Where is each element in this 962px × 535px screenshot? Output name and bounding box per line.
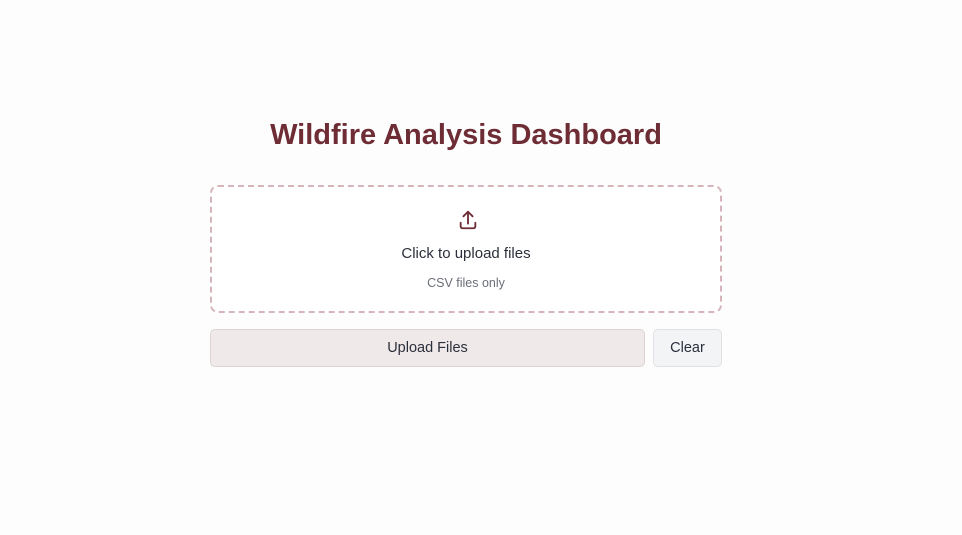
upload-files-button[interactable]: Upload Files	[210, 329, 645, 367]
dropzone-prompt: Click to upload files	[401, 245, 531, 262]
clear-button[interactable]: Clear	[653, 329, 722, 367]
file-dropzone[interactable]: Click to upload files CSV files only	[210, 185, 722, 313]
page-title: Wildfire Analysis Dashboard	[270, 119, 662, 151]
page: Wildfire Analysis Dashboard Click to upl…	[0, 0, 962, 535]
upload-icon	[459, 210, 477, 230]
page-title-wrapper: Wildfire Analysis Dashboard	[210, 116, 722, 154]
dropzone-hint: CSV files only	[427, 276, 505, 290]
